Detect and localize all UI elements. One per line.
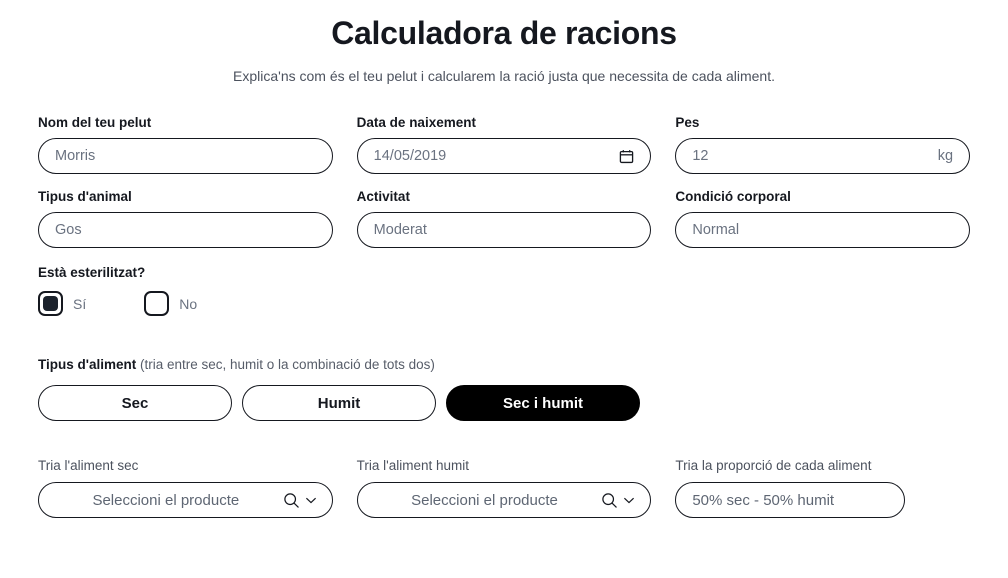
activity-select[interactable]: Moderat (356, 212, 652, 248)
proportion-label: Tria la proporció de cada aliment (675, 458, 872, 473)
food-type-option-wet[interactable]: Humit (242, 385, 436, 421)
calendar-icon[interactable] (619, 149, 634, 164)
body-condition-value: Normal (692, 222, 740, 238)
field-group-proportion: Tria la proporció de cada aliment 50% se… (675, 457, 970, 518)
animal-type-value: Gos (55, 222, 82, 238)
sterilized-label: Està esterilitzat? (38, 265, 146, 280)
wet-food-placeholder: Seleccioni el producte (411, 491, 558, 509)
radio-unchecked-icon[interactable] (144, 291, 170, 316)
activity-value: Moderat (373, 222, 427, 238)
calculator-form: Nom del teu pelut Morris Data de naixeme… (0, 114, 1008, 518)
food-type-hint: (tria entre sec, humit o la combinació d… (140, 357, 435, 372)
field-group-activity: Activitat Moderat (356, 188, 652, 248)
birthdate-input[interactable]: 14/05/2019 (356, 138, 652, 174)
page-header: Calculadora de racions Explica'ns com és… (0, 0, 1008, 86)
chevron-down-icon[interactable] (304, 493, 318, 507)
dry-food-placeholder: Seleccioni el producte (92, 491, 240, 509)
food-type-label: Tipus d'aliment (38, 357, 137, 372)
weight-value: 12 (692, 148, 709, 164)
dry-food-select[interactable]: Seleccioni el producte (38, 482, 333, 518)
wet-food-select[interactable]: Seleccioni el producte (356, 482, 652, 518)
chevron-down-icon[interactable] (622, 493, 636, 507)
animal-type-select[interactable]: Gos (38, 212, 333, 248)
field-group-weight: Pes 12 kg (675, 114, 971, 174)
page-title: Calculadora de racions (331, 15, 677, 51)
wet-food-select-icons (601, 492, 636, 509)
dry-food-select-icons (283, 492, 318, 509)
sterilized-option-yes[interactable]: Sí (38, 291, 86, 316)
proportion-select[interactable]: 50% sec - 50% humit (675, 482, 906, 518)
name-label: Nom del teu pelut (38, 115, 152, 130)
name-value: Morris (55, 148, 96, 164)
birthdate-label: Data de naixement (356, 115, 476, 130)
product-selection-row: Tria l'aliment sec Seleccioni el product… (38, 457, 970, 518)
sterilized-yes-label: Sí (73, 295, 87, 312)
food-type-option-dry[interactable]: Sec (38, 385, 232, 421)
food-type-label-row: Tipus d'aliment (tria entre sec, humit o… (38, 356, 970, 374)
field-group-dry-food: Tria l'aliment sec Seleccioni el product… (38, 457, 333, 518)
field-group-name: Nom del teu pelut Morris (38, 114, 333, 174)
dry-food-label: Tria l'aliment sec (38, 458, 139, 473)
sterilized-option-no[interactable]: No (144, 291, 197, 316)
field-group-animal-type: Tipus d'animal Gos (38, 188, 333, 248)
search-icon[interactable] (283, 492, 300, 509)
sterilized-options: Sí No (38, 291, 970, 316)
name-input[interactable]: Morris (38, 138, 333, 174)
food-type-group: Tipus d'aliment (tria entre sec, humit o… (38, 356, 970, 421)
food-type-options: Sec Humit Sec i humit (38, 385, 970, 421)
field-group-wet-food: Tria l'aliment humit Seleccioni el produ… (356, 457, 652, 518)
form-row-primary: Nom del teu pelut Morris Data de naixeme… (38, 114, 971, 174)
weight-unit: kg (937, 148, 954, 164)
form-row-secondary: Tipus d'animal Gos Activitat Moderat Con… (38, 188, 971, 248)
wet-food-label: Tria l'aliment humit (356, 458, 470, 473)
proportion-value: 50% sec - 50% humit (692, 491, 835, 509)
page-subtitle: Explica'ns com és el teu pelut i calcula… (233, 68, 775, 84)
weight-label: Pes (675, 115, 700, 130)
birthdate-value: 14/05/2019 (373, 148, 447, 164)
activity-label: Activitat (356, 189, 410, 204)
sterilized-group: Està esterilitzat? Sí No (38, 264, 970, 316)
weight-input[interactable]: 12 kg (675, 138, 971, 174)
sterilized-no-label: No (179, 295, 198, 312)
body-condition-label: Condició corporal (675, 189, 791, 204)
search-icon[interactable] (601, 492, 618, 509)
food-type-option-both[interactable]: Sec i humit (446, 385, 640, 421)
animal-type-label: Tipus d'animal (38, 189, 132, 204)
field-group-birthdate: Data de naixement 14/05/2019 (356, 114, 652, 174)
body-condition-select[interactable]: Normal (675, 212, 971, 248)
field-group-body-condition: Condició corporal Normal (675, 188, 971, 248)
radio-checked-icon[interactable] (38, 291, 63, 316)
